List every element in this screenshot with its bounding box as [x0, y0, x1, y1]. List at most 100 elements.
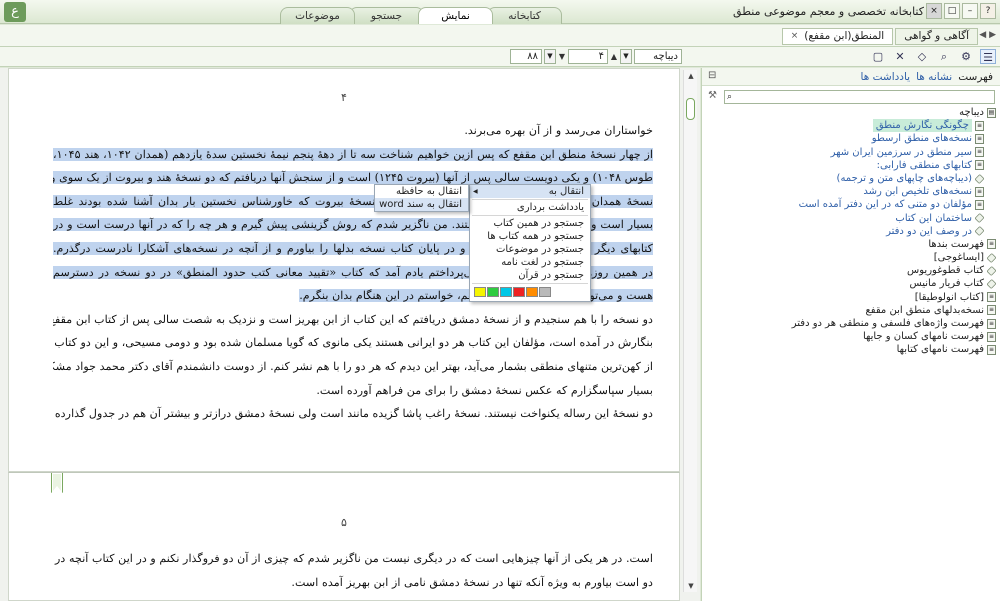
side-tab[interactable]: یادداشت ها	[861, 71, 911, 83]
main-tab[interactable]: نمایش	[418, 7, 493, 24]
toc-item-label: سیر منطق در سرزمین ایران شهر	[830, 146, 972, 158]
toc-item-label: چگونگی نگارش منطق	[872, 119, 972, 133]
line-text: دو است بیاورم به ویژه آنکه تنها در نسخهٔ…	[291, 575, 653, 589]
page: ۵ است. در هر یکی از آنها چیزهایی است که …	[8, 472, 680, 601]
line-text: است. در هر یکی از آنها چیزهایی است که در…	[53, 552, 653, 565]
diamond-icon	[974, 226, 985, 237]
page-text[interactable]: است. در هر یکی از آنها چیزهایی است که در…	[53, 547, 653, 594]
toc-item[interactable]: ≡ نسخه‌های تلخیص ابن رشد	[711, 185, 996, 198]
zoom-field[interactable]: ۸۸	[510, 49, 542, 64]
menu-separator	[472, 215, 588, 216]
scroll-up-icon[interactable]: ▲	[684, 70, 698, 82]
toc-item[interactable]: ساختمان این کتاب	[711, 212, 996, 225]
toc-item[interactable]: ≡ فهرست نامهای کتابها	[711, 343, 996, 356]
toc-item[interactable]: (دیباچه‌های چاپهای متن و ترجمه)	[711, 172, 996, 185]
section-select[interactable]: دیباچه	[634, 49, 682, 64]
gear-icon[interactable]: ⚙	[958, 49, 974, 64]
context-menu-item[interactable]: جستجو در همه کتاب ها	[470, 230, 590, 243]
close-window-button[interactable]: ×	[926, 3, 942, 19]
submenu-arrow-icon: ◀	[473, 188, 478, 195]
highlight-color-swatch[interactable]	[513, 287, 525, 297]
scroll-down-icon[interactable]: ▼	[684, 580, 698, 592]
context-menu-item[interactable]: جستجو در موضوعات	[470, 243, 590, 256]
context-submenu-item[interactable]: انتقال به سند word	[375, 198, 468, 211]
toc-item-label: نسخه‌های منطق ارسطو	[871, 133, 972, 145]
toc-item[interactable]: ≡ فهرست واژه‌های فلسفی و منطقی هر دو دفتر	[711, 317, 996, 330]
toc-item[interactable]: ≡ سیر منطق در سرزمین ایران شهر	[711, 146, 996, 159]
tab-scroll-arrows-icon[interactable]: ◀ ▶	[979, 30, 996, 40]
toc-item[interactable]: ≡ مؤلفان دو متنی که در این دفتر آمده است	[711, 198, 996, 211]
side-panel: فهرست نشانه ها یادداشت ها ⊟ ⚒ ⌕ ▤ دیباچه ≡ چگ…	[701, 68, 1000, 601]
context-submenu-item[interactable]: انتقال به حافظه	[375, 185, 468, 198]
main-tab[interactable]: کتابخانه	[487, 7, 562, 24]
list-icon[interactable]: ☰	[980, 49, 996, 64]
context-menu-item[interactable]: یادداشت برداری	[470, 201, 590, 214]
side-tab[interactable]: فهرست	[958, 71, 993, 83]
toc-item[interactable]: ≡ فهرست بندها	[711, 238, 996, 251]
tag-icon[interactable]: ◇	[914, 49, 930, 64]
line-text: طوس ۱۰۴۸) و یکی دویست سالی پس از آنها (ب…	[53, 171, 653, 185]
context-menu-item[interactable]: جستجو در همین کتاب	[470, 217, 590, 230]
page-icon: ≡	[987, 239, 996, 250]
text-line: از چهار نسخهٔ منطق ابن مقفع که پس ازین خ…	[53, 143, 653, 167]
menu-item-label: جستجو در موضوعات	[496, 244, 584, 255]
toc-item[interactable]: ≡ چگونگی نگارش منطق	[711, 119, 996, 133]
toc-item-label: فهرست نامهای کسان و جایها	[862, 331, 984, 343]
search-icon[interactable]: ⌕	[936, 49, 952, 64]
note-icon[interactable]: ▢	[870, 49, 886, 64]
wrench-icon[interactable]: ⚒	[708, 90, 717, 101]
page-icon: ≡	[975, 147, 984, 158]
toc-item-label: دیباچه	[959, 107, 984, 118]
toc-item[interactable]: ≡ کتابهای منطقی فارابی:	[711, 159, 996, 172]
document-tab-label: آگاهی و گواهی	[904, 30, 969, 42]
line-text: از چهار نسخهٔ منطق ابن مقفع که پس ازین خ…	[53, 147, 653, 161]
toc-item[interactable]: ≡ نسخه‌های منطق ارسطو	[711, 132, 996, 145]
section-dropdown[interactable]: ▼	[620, 49, 632, 64]
book-open-icon: ▤	[987, 107, 996, 118]
diamond-icon	[974, 213, 985, 224]
document-tab[interactable]: آگاهی و گواهی	[895, 28, 978, 45]
toc-item[interactable]: ≡ نسخه‌بدلهای منطق ابن مقفع	[711, 304, 996, 317]
bookmark-icon[interactable]	[51, 473, 63, 493]
highlight-color-swatch[interactable]	[526, 287, 538, 297]
highlight-color-swatch[interactable]	[487, 287, 499, 297]
toc-item[interactable]: کتاب فریار مانیس	[711, 277, 997, 290]
context-menu-item[interactable]: جستجو در قرآن	[470, 269, 590, 282]
document-tab[interactable]: المنطق(ابن مقفع) ×	[781, 28, 894, 45]
page-icon: ≡	[975, 199, 984, 210]
context-menu-item[interactable]: جستجو در لغت نامه	[470, 256, 590, 269]
highlight-color-swatch[interactable]	[474, 287, 486, 297]
toc-item[interactable]: ≡ [کتاب انولوطیقا]	[711, 291, 996, 304]
page-down-arrow-icon[interactable]: ▼	[558, 52, 566, 61]
context-submenu: انتقال به حافظه انتقال به سند word	[374, 184, 469, 212]
close-tab-icon[interactable]: ×	[791, 29, 799, 44]
document-scrollbar[interactable]: ▲ ▼	[683, 70, 697, 592]
main-tab[interactable]: جستجو	[349, 7, 424, 24]
side-tab[interactable]: نشانه ها	[916, 71, 952, 83]
panel-icon[interactable]: ⊟	[708, 70, 716, 81]
toc-item-label: ساختمان این کتاب	[895, 212, 972, 224]
page-icon: ≡	[975, 186, 984, 197]
toc-item[interactable]: [ایساغوجی]	[711, 251, 997, 264]
minimize-button[interactable]: –	[962, 3, 978, 19]
diamond-icon	[986, 265, 997, 276]
toc-item[interactable]: ≡ فهرست نامهای کسان و جایها	[711, 330, 996, 343]
page-number-field[interactable]: ۴	[568, 49, 608, 64]
toc-search-input[interactable]: ⌕	[724, 90, 995, 104]
toc-item[interactable]: در وصف این دو دفتر	[711, 225, 996, 238]
maximize-button[interactable]: □	[944, 3, 960, 19]
help-button[interactable]: ?	[980, 3, 996, 19]
page-up-arrow-icon[interactable]: ▲	[610, 52, 618, 61]
highlight-color-swatch[interactable]	[539, 287, 551, 297]
scroll-thumb[interactable]	[686, 98, 695, 120]
toc-item-label: مؤلفان دو متنی که در این دفتر آمده است	[798, 199, 972, 211]
diamond-icon	[986, 252, 997, 263]
toc-item[interactable]: ▤ دیباچه	[711, 106, 996, 119]
zoom-dropdown[interactable]: ▼	[544, 49, 556, 64]
main-tab[interactable]: موضوعات	[280, 7, 355, 24]
context-menu-item[interactable]: انتقال به ◀	[470, 185, 590, 198]
toc-item[interactable]: کتاب قطوغوریوس	[711, 264, 997, 277]
expand-icon[interactable]: ✕	[892, 49, 908, 64]
search-icon[interactable]: ⌕	[727, 91, 732, 103]
highlight-color-swatch[interactable]	[500, 287, 512, 297]
